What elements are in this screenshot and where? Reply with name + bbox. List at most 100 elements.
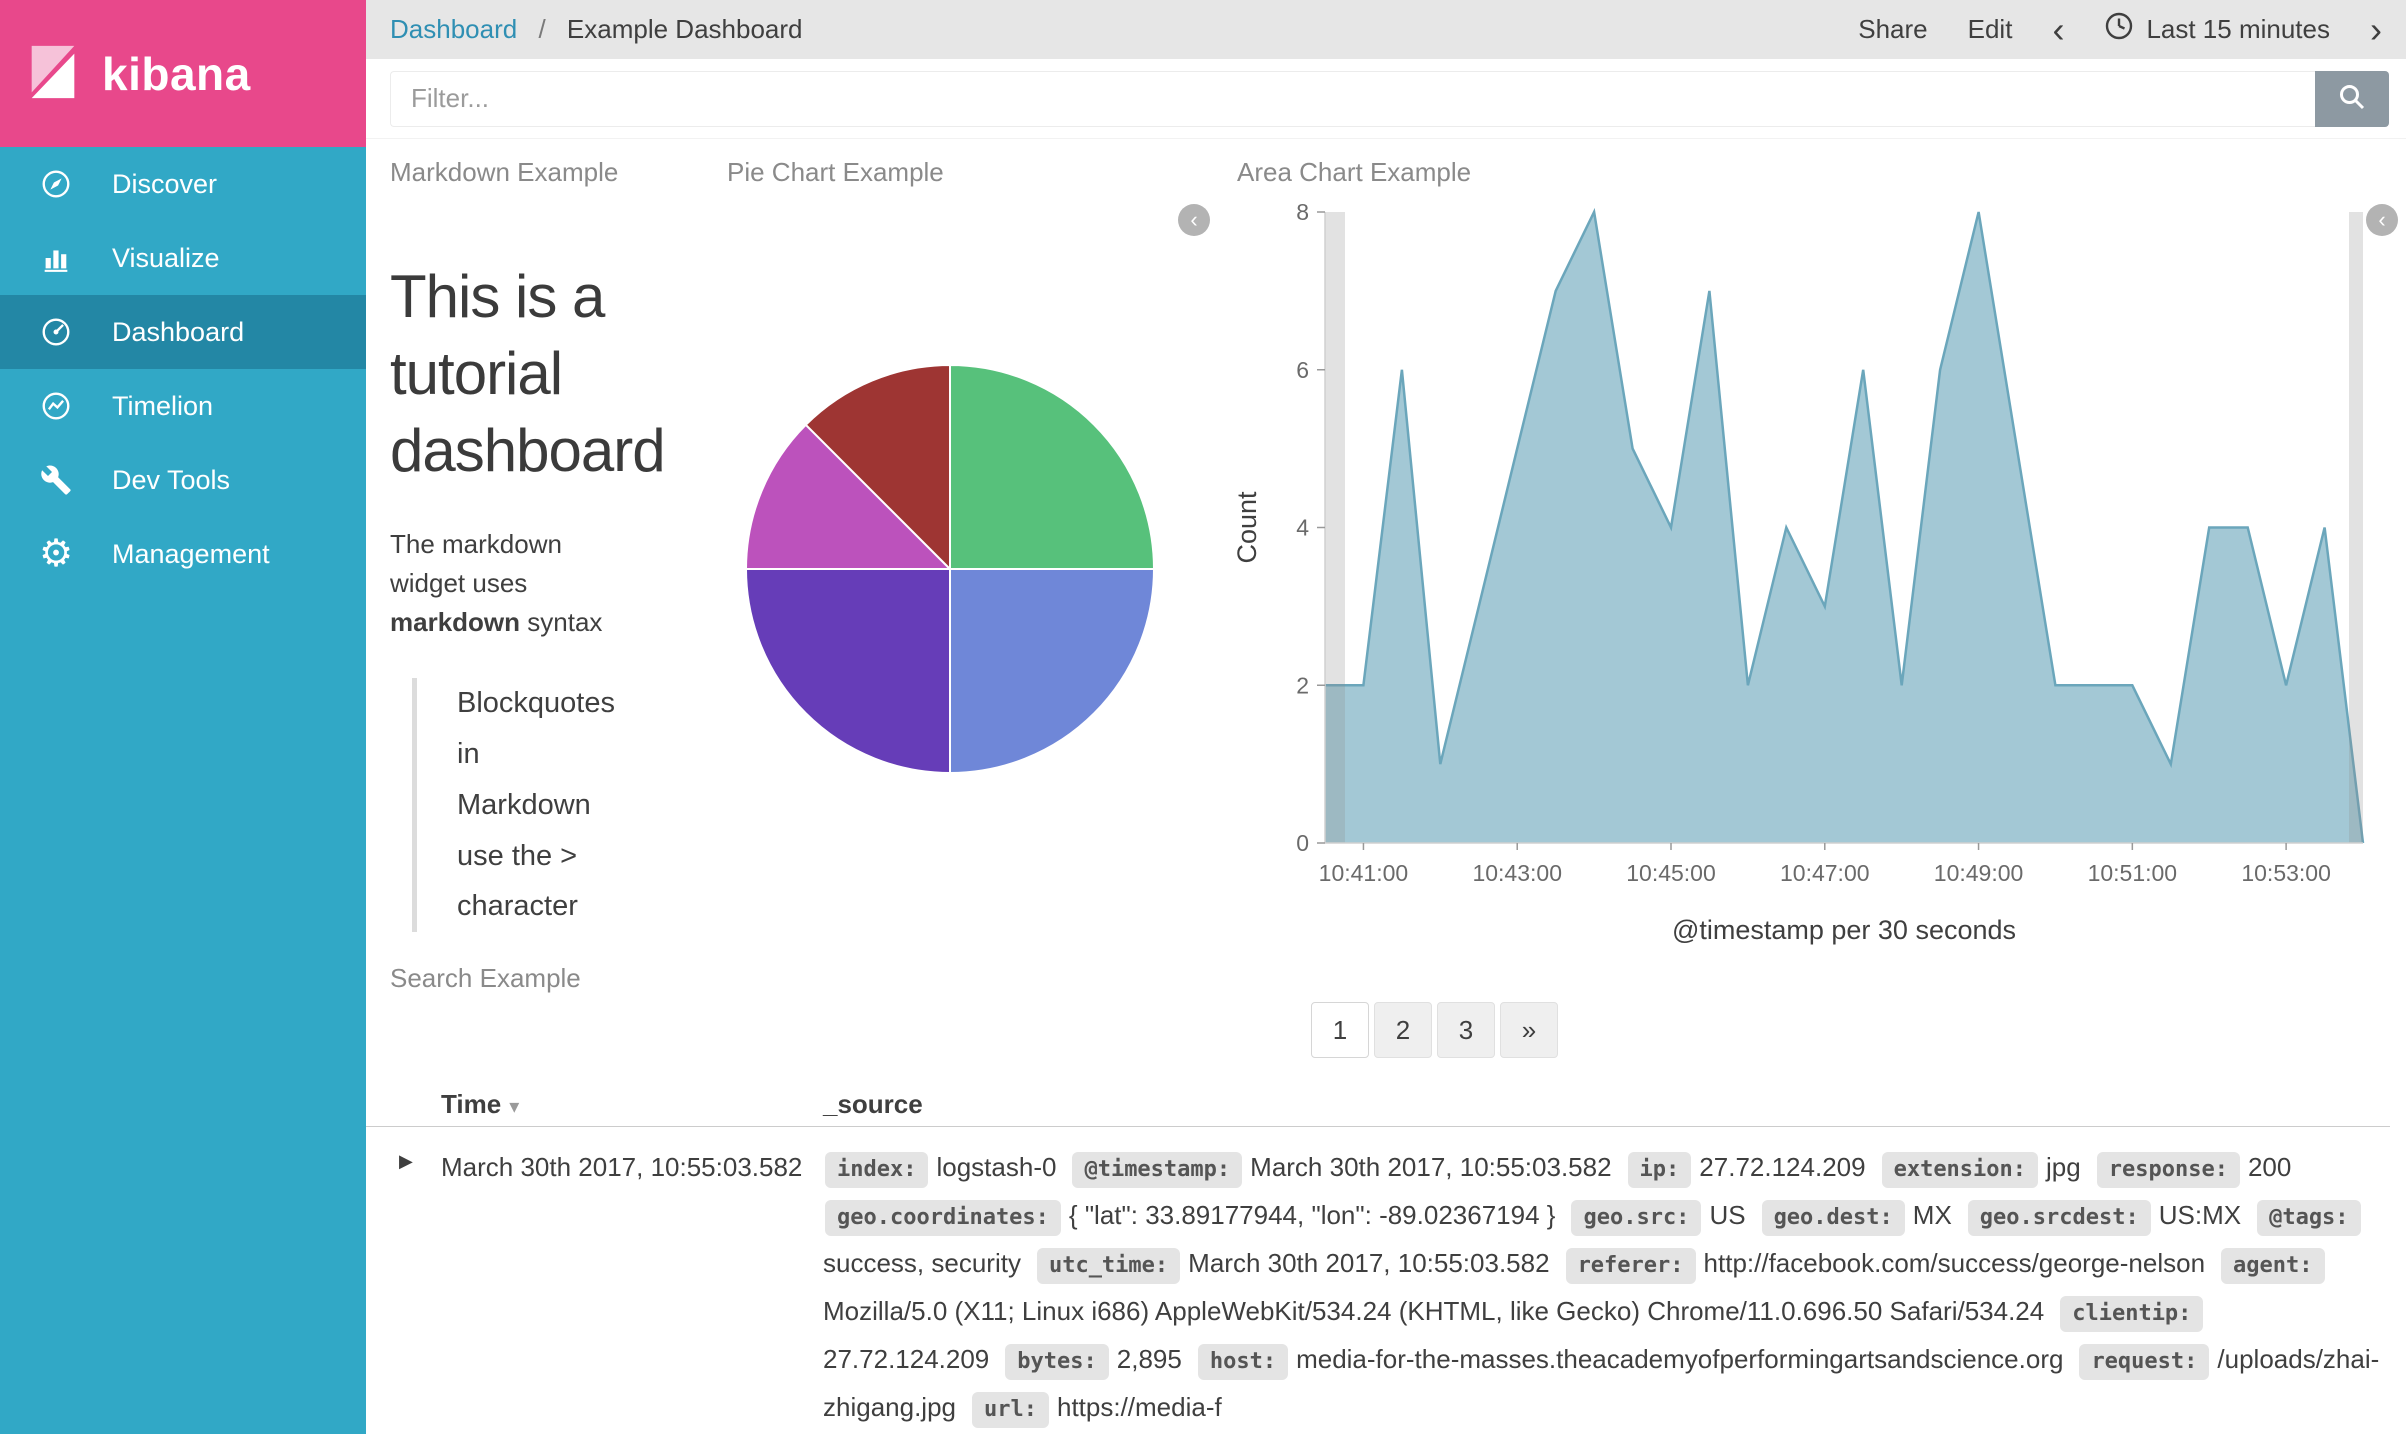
breadcrumb-current: Example Dashboard [566,14,803,44]
filter-bar [366,59,2406,139]
pagination-page-3-button[interactable]: 3 [1437,1002,1495,1058]
y-axis-tick-label: 4 [1296,515,1309,541]
x-axis-tick-label: 10:47:00 [1780,860,1870,886]
sidebar-item-label: Discover [112,168,218,199]
field-value: logstash-0 [936,1152,1057,1182]
field-key-badge[interactable]: geo.coordinates: [825,1200,1061,1236]
chevron-right-icon[interactable]: › [2370,11,2382,48]
pagination-page-1-button[interactable]: 1 [1311,1002,1369,1058]
area-chart[interactable]: 0 2 4 6 8 10:41:00 10:43:00 10:45:00 10:47:00 10:… [1226,189,2406,969]
field-value: success, security [823,1248,1021,1278]
x-axis-tick-label: 10:43:00 [1472,860,1562,886]
field-key-badge[interactable]: extension: [1881,1152,2039,1188]
chevron-left-icon[interactable]: ‹ [2052,11,2064,48]
x-axis-tick-label: 10:53:00 [2241,860,2331,886]
field-key-badge[interactable]: ip: [1627,1152,1692,1188]
source-cell: index: logstash-0 @timestamp: March 30th 20… [823,1143,2390,1431]
search-table: Time ▾ _source ▶ March 30th 2017, 10:55:03… [366,1079,2390,1434]
pie-slice-purple[interactable] [744,568,951,775]
breadcrumb: Dashboard / Example Dashboard [390,14,802,45]
field-key-badge[interactable]: url: [972,1392,1049,1428]
field-key-badge[interactable]: @timestamp: [1072,1152,1243,1188]
sidebar-item-management[interactable]: ⚙ Management [0,517,366,591]
field-key-badge[interactable]: host: [1197,1344,1289,1380]
field-value: media-for-the-masses.theacademyofperform… [1296,1344,2064,1374]
sidebar-item-label: Management [112,538,270,569]
field-key-badge[interactable]: utc_time: [1036,1248,1181,1284]
sort-desc-icon: ▾ [509,1096,520,1118]
field-value: US:MX [2158,1200,2242,1230]
pagination-next-button[interactable]: » [1500,1002,1558,1058]
sidebar-item-timelion[interactable]: Timelion [0,369,366,443]
x-axis-tick-label: 10:51:00 [2088,860,2178,886]
field-key-badge[interactable]: geo.dest: [1761,1200,1905,1236]
endzone-right [2349,212,2363,843]
pie-slice-green[interactable] [949,363,1156,570]
table-row: ▶ March 30th 2017, 10:55:03.582 index: logs… [366,1127,2390,1434]
topbar-actions: Share Edit ‹ Last 15 minutes › [1858,11,2382,48]
panel-title-markdown: Markdown Example [390,157,619,187]
field-value: 27.72.124.209 [1699,1152,1866,1182]
field-value: 200 [2247,1152,2292,1182]
field-value: http://facebook.com/success/george-nelso… [1703,1248,2206,1278]
field-key-badge[interactable]: geo.src: [1571,1200,1702,1236]
visualize-icon [0,241,112,275]
dev-tools-icon [0,464,112,496]
dashboard-content: Markdown Example Pie Chart Example Area … [366,139,2406,1434]
panel-title-area: Area Chart Example [1237,157,1472,187]
sidebar-item-dev-tools[interactable]: Dev Tools [0,443,366,517]
filter-search-button[interactable] [2315,70,2389,127]
field-value: jpg [2046,1152,2081,1182]
panel-title-pie: Pie Chart Example [727,157,944,187]
field-key-badge[interactable]: clientip: [2060,1296,2204,1332]
edit-button[interactable]: Edit [1968,14,2013,45]
field-key-badge[interactable]: request: [2079,1344,2210,1380]
x-axis-title: @timestamp per 30 seconds [1672,915,2016,945]
sidebar-item-label: Dashboard [112,316,245,347]
pie-slice-blue[interactable] [949,568,1156,775]
y-axis-tick-label: 6 [1296,357,1309,383]
filter-input[interactable] [390,70,2315,127]
sidebar: kibana Discover Visualize Dashboard Timelio… [0,0,366,1434]
field-key-badge[interactable]: referer: [1565,1248,1696,1284]
panel-title-search: Search Example [390,963,581,993]
pagination-page-2-button[interactable]: 2 [1374,1002,1432,1058]
field-key-badge[interactable]: @tags: [2257,1200,2361,1236]
time-picker-button[interactable]: Last 15 minutes [2104,11,2330,48]
expand-row-icon[interactable]: ▶ [399,1151,413,1172]
dashboard-icon [0,315,112,349]
breadcrumb-separator: / [538,14,546,44]
pie-panel-collapse-button[interactable]: ‹ [1178,204,1210,236]
discover-icon [0,167,112,201]
field-value: March 30th 2017, 10:55:03.582 [1250,1152,1612,1182]
kibana-logo-text: kibana [102,47,251,100]
field-key-badge[interactable]: bytes: [1005,1344,1109,1380]
magnifier-icon [2337,82,2367,115]
time-column-header[interactable]: Time ▾ [441,1089,519,1120]
sidebar-item-visualize[interactable]: Visualize [0,221,366,295]
field-key-badge[interactable]: geo.srcdest: [1967,1200,2151,1236]
field-key-badge[interactable]: agent: [2221,1248,2325,1284]
y-axis-tick-label: 2 [1296,672,1309,698]
sidebar-item-discover[interactable]: Discover [0,147,366,221]
field-value: MX [1912,1200,1952,1230]
field-key-badge[interactable]: index: [825,1152,929,1188]
breadcrumb-link-dashboard[interactable]: Dashboard [390,14,517,44]
kibana-logo-icon [22,40,84,107]
pie-chart[interactable] [742,361,1158,777]
field-value: 27.72.124.209 [823,1344,990,1374]
area-series-fill[interactable] [1325,212,2363,843]
pagination: 1 2 3» [1311,1002,1558,1058]
table-body: ▶ March 30th 2017, 10:55:03.582 index: logs… [366,1127,2390,1434]
clock-icon [2104,11,2134,48]
sidebar-nav: Discover Visualize Dashboard Timelion Dev To… [0,147,366,591]
y-axis-title: Count [1232,491,1262,564]
kibana-logo[interactable]: kibana [0,0,366,147]
management-icon: ⚙ [38,533,74,575]
field-key-badge[interactable]: response: [2096,1152,2240,1188]
markdown-blockquote: Blockquotes in Markdown use the > charac… [412,678,615,933]
share-button[interactable]: Share [1858,14,1927,45]
field-value: https://media-f [1056,1392,1222,1422]
sidebar-item-dashboard[interactable]: Dashboard [0,295,366,369]
x-axis-tick-label: 10:41:00 [1319,860,1409,886]
